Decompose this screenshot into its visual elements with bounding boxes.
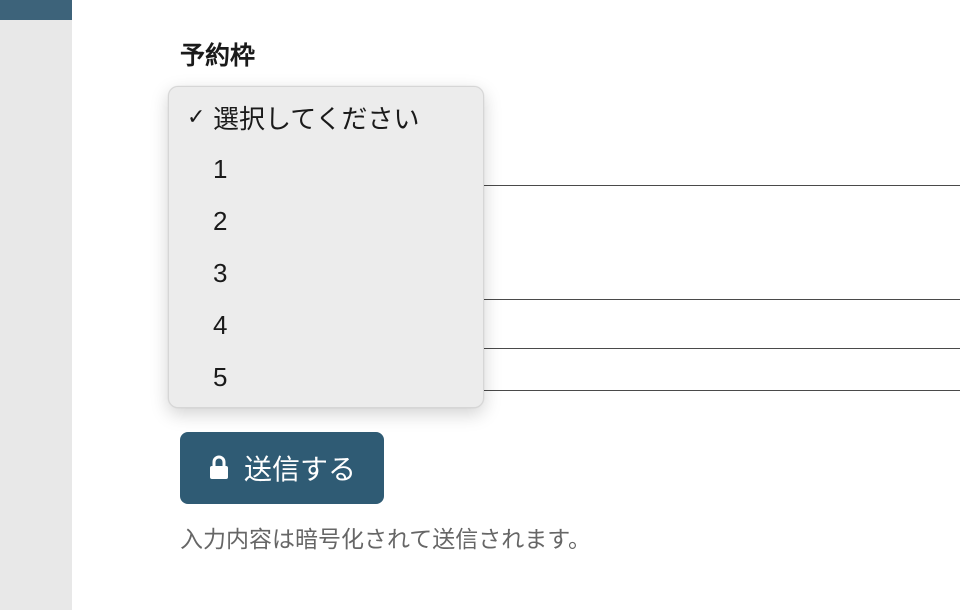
submit-button-label: 送信する — [244, 448, 356, 488]
dropdown-option-label: 4 — [213, 310, 465, 341]
dropdown-option-2[interactable]: 2 — [169, 195, 483, 247]
divider-line — [484, 185, 960, 186]
encryption-notice: 入力内容は暗号化されて送信されます。 — [180, 520, 591, 554]
submit-row: 送信する — [180, 432, 384, 504]
dropdown-option-1[interactable]: 1 — [169, 143, 483, 195]
lock-icon — [208, 455, 230, 481]
dropdown-option-label: 選択してください — [213, 99, 465, 136]
dropdown-option-3[interactable]: 3 — [169, 247, 483, 299]
sidebar-accent — [0, 0, 72, 20]
submit-button[interactable]: 送信する — [180, 432, 384, 504]
check-icon: ✓ — [187, 104, 213, 130]
divider-line — [484, 390, 960, 391]
dropdown-option-label: 3 — [213, 258, 465, 289]
field-label-reservation-slot: 予約枠 — [180, 36, 960, 72]
dropdown-option-5[interactable]: 5 — [169, 351, 483, 403]
dropdown-option-placeholder[interactable]: ✓ 選択してください — [169, 91, 483, 143]
sidebar-background — [0, 0, 72, 610]
dropdown-option-label: 5 — [213, 362, 465, 393]
divider-line — [484, 299, 960, 300]
dropdown-option-label: 1 — [213, 154, 465, 185]
dropdown-option-label: 2 — [213, 206, 465, 237]
divider-line — [484, 348, 960, 349]
reservation-slot-dropdown[interactable]: ✓ 選択してください 1 2 3 4 5 — [168, 86, 484, 408]
dropdown-option-4[interactable]: 4 — [169, 299, 483, 351]
